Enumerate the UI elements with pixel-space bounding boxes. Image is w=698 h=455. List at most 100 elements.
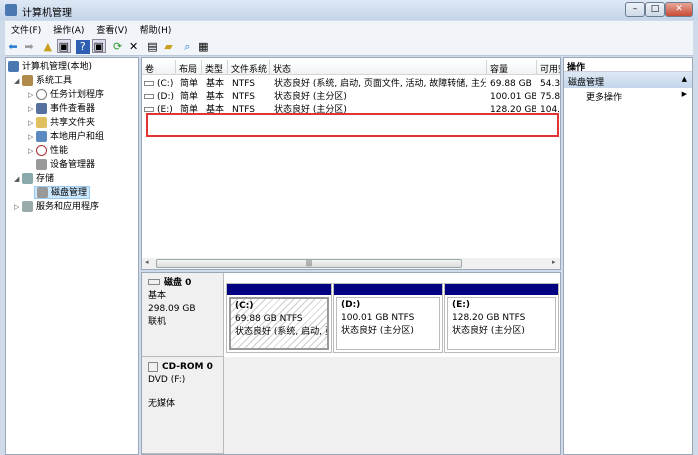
- title-bar: 计算机管理 – □ ✕: [0, 0, 698, 20]
- expand-arrow-icon[interactable]: ▷: [28, 131, 36, 144]
- tree-item-services[interactable]: ▷ 服务和应用程序: [14, 201, 99, 214]
- tree-item-root[interactable]: 计算机管理(本地): [8, 61, 92, 74]
- horizontal-scrollbar[interactable]: ◂ ||| ▸: [142, 258, 560, 269]
- refresh-icon[interactable]: ⟳: [111, 40, 125, 54]
- menu-file[interactable]: 文件(F): [5, 21, 47, 38]
- submenu-arrow-icon: ▶: [681, 90, 687, 98]
- cdrom-0-label[interactable]: CD-ROM 0 DVD (F:) 无媒体: [142, 357, 224, 454]
- storage-icon: [22, 173, 33, 184]
- cell-layout: 简单: [180, 79, 199, 89]
- menu-action[interactable]: 操作(A): [47, 21, 90, 38]
- menu-help[interactable]: 帮助(H): [134, 21, 178, 38]
- highlight-box: [146, 113, 559, 137]
- actions-header: 操作: [564, 58, 692, 73]
- cell-layout: 简单: [180, 92, 199, 102]
- forward-icon[interactable]: ➡: [22, 40, 36, 54]
- column-header-layout[interactable]: 布局: [176, 60, 202, 75]
- column-header-status[interactable]: 状态: [270, 60, 487, 75]
- volume-icon: [144, 94, 154, 99]
- computer-management-icon: [5, 4, 17, 16]
- tree-item-storage[interactable]: ◢ 存储: [14, 173, 54, 186]
- window-title: 计算机管理: [22, 8, 72, 19]
- column-header-filesystem[interactable]: 文件系统: [228, 60, 270, 75]
- cdrom-empty-area: [224, 357, 560, 454]
- cell-free: 54.3: [540, 79, 561, 89]
- disk-0-label[interactable]: 磁盘 0 基本 298.09 GB 联机: [142, 273, 224, 357]
- column-header-volume[interactable]: 卷: [142, 60, 176, 75]
- shared-folder-icon: [36, 117, 47, 128]
- toolbar: ⬅ ➡ ▲ ▣ ? ▣ ⟳ ✕ ▤ ▰ ⌕ ▦: [5, 37, 693, 56]
- tree-item-task-scheduler[interactable]: ▷ 任务计划程序: [28, 89, 104, 102]
- collapse-arrow-icon[interactable]: ◢: [14, 75, 22, 88]
- tree-item-system-tools[interactable]: ◢ 系统工具: [14, 75, 72, 88]
- more-actions[interactable]: 更多操作 ▶: [564, 88, 692, 103]
- show-hide-action-icon[interactable]: ▣: [91, 39, 106, 53]
- cell-fs: NTFS: [232, 92, 255, 102]
- partition-c[interactable]: (C:)69.88 GB NTFS状态良好 (系统, 启动, 页面文件, 活动,…: [226, 283, 332, 353]
- properties-icon[interactable]: ▤: [146, 40, 160, 54]
- menu-bar: 文件(F) 操作(A) 查看(V) 帮助(H): [5, 21, 693, 37]
- performance-icon: [36, 145, 47, 156]
- scrollbar-thumb[interactable]: |||: [156, 259, 462, 268]
- expand-arrow-icon[interactable]: ▷: [14, 201, 22, 214]
- volume-list: 卷 布局 类型 文件系统 状态 容量 可用空间 (C:) 简单基本 NTFS 状态良好…: [141, 57, 561, 270]
- event-log-icon: [36, 103, 47, 114]
- cell-type: 基本: [206, 92, 225, 102]
- collapse-icon[interactable]: ▲: [682, 75, 687, 83]
- hard-disk-icon: [148, 279, 160, 285]
- cell-free: 75.8: [540, 92, 561, 102]
- cell-fs: NTFS: [232, 79, 255, 89]
- minimize-button[interactable]: –: [625, 2, 645, 17]
- cell-status: 状态良好 (系统, 启动, 页面文件, 活动, 故障转储, 主分区): [274, 79, 486, 89]
- cell-capacity: 100.01 GB: [490, 92, 536, 102]
- expand-arrow-icon[interactable]: ▷: [28, 145, 36, 158]
- settings-icon[interactable]: ▦: [196, 40, 210, 54]
- scroll-left-icon[interactable]: ◂: [145, 258, 149, 266]
- disk-icon: [37, 187, 48, 198]
- menu-view[interactable]: 查看(V): [90, 21, 133, 38]
- close-button[interactable]: ✕: [665, 2, 693, 17]
- column-header-type[interactable]: 类型: [202, 60, 228, 75]
- cell-capacity: 69.88 GB: [490, 79, 532, 89]
- cell-status: 状态良好 (主分区): [274, 92, 347, 102]
- open-icon[interactable]: ▰: [162, 40, 176, 54]
- tree-item-local-users[interactable]: ▷ 本地用户和组: [28, 131, 104, 144]
- cdrom-icon: [148, 361, 158, 372]
- device-manager-icon: [36, 159, 47, 170]
- up-icon[interactable]: ▲: [41, 40, 55, 54]
- column-header-free[interactable]: 可用空间: [537, 60, 560, 75]
- cell-vol[interactable]: (C:): [144, 78, 176, 91]
- cell-vol[interactable]: (D:): [144, 91, 176, 104]
- volume-icon: [144, 81, 154, 86]
- partition-e[interactable]: (E:) 128.20 GB NTFS 状态良好 (主分区): [444, 283, 559, 353]
- expand-arrow-icon[interactable]: ▷: [28, 117, 36, 130]
- tree-item-performance[interactable]: ▷ 性能: [28, 145, 68, 158]
- search-icon[interactable]: ⌕: [180, 40, 194, 54]
- clock-icon: [36, 89, 47, 100]
- tree-item-device-manager[interactable]: 设备管理器: [36, 159, 95, 172]
- help-icon[interactable]: ?: [75, 40, 90, 54]
- tree-item-event-viewer[interactable]: ▷ 事件查看器: [28, 103, 95, 116]
- computer-icon: [8, 61, 19, 72]
- maximize-button[interactable]: □: [645, 2, 665, 17]
- scroll-right-icon[interactable]: ▸: [552, 258, 556, 266]
- expand-arrow-icon[interactable]: ▷: [28, 89, 36, 102]
- tree-item-shared-folders[interactable]: ▷ 共享文件夹: [28, 117, 95, 130]
- disk-graphical-view: 磁盘 0 基本 298.09 GB 联机 (C:) 69.88 GB NTFS 状态…: [141, 272, 561, 455]
- tools-icon: [22, 75, 33, 86]
- collapse-arrow-icon[interactable]: ◢: [14, 173, 22, 186]
- partition-d[interactable]: (D:) 100.01 GB NTFS 状态良好 (主分区): [333, 283, 443, 353]
- actions-pane: 操作 磁盘管理 ▲ 更多操作 ▶: [563, 57, 693, 455]
- cell-type: 基本: [206, 79, 225, 89]
- navigation-tree: 计算机管理(本地) ◢ 系统工具 ▷ 任务计划程序 ▷ 事件查看器 ▷ 共享文件夹 ▷ 本…: [5, 57, 139, 455]
- services-icon: [22, 201, 33, 212]
- tree-item-disk-management[interactable]: 磁盘管理: [34, 186, 91, 199]
- volume-icon: [144, 107, 154, 112]
- show-hide-tree-icon[interactable]: ▣: [56, 39, 71, 53]
- back-icon[interactable]: ⬅: [6, 40, 20, 54]
- actions-section-disk-management[interactable]: 磁盘管理 ▲: [564, 72, 692, 88]
- expand-arrow-icon[interactable]: ▷: [28, 103, 36, 116]
- delete-icon[interactable]: ✕: [127, 40, 141, 54]
- users-icon: [36, 131, 47, 142]
- column-header-capacity[interactable]: 容量: [487, 60, 537, 75]
